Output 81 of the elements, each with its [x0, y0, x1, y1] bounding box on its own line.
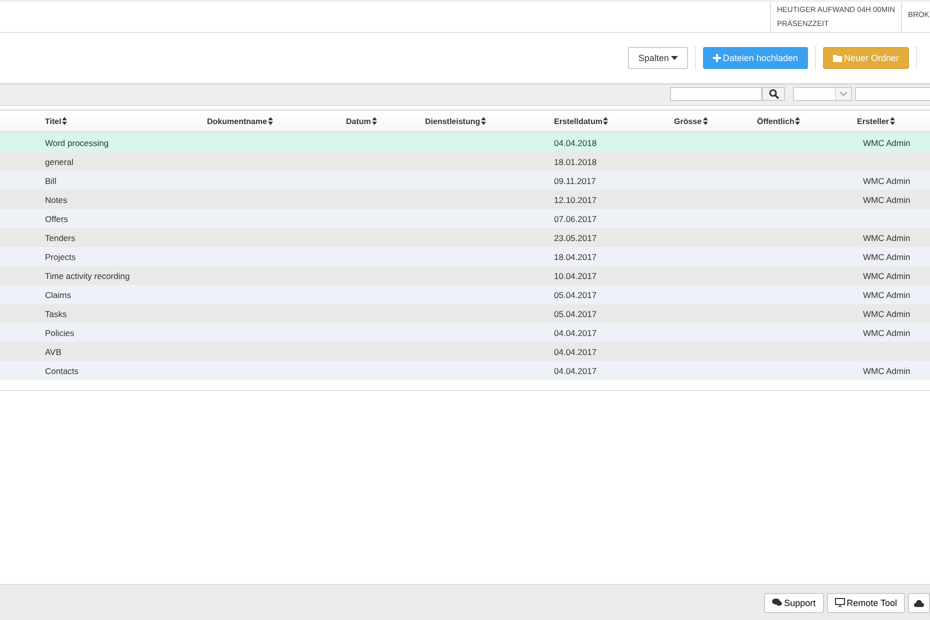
table-cell: 04.04.2017 — [554, 366, 597, 376]
table-row[interactable]: Projects 18.04.2017 WMC Admin — [0, 247, 930, 266]
column-header[interactable]: Öffentlich — [757, 116, 857, 126]
caret-icon — [670, 56, 678, 60]
table-cell: Offers — [45, 214, 68, 224]
sort-icon — [702, 117, 708, 125]
folder-icon — [832, 54, 842, 62]
table-cell: Policies — [45, 328, 74, 338]
table-row[interactable]: Time activity recording 10.04.2017 WMC Admin — [0, 266, 930, 285]
table-cell: WMC Admin — [863, 328, 910, 338]
table-cell: WMC Admin — [863, 366, 910, 376]
table-cell: 04.04.2017 — [554, 346, 597, 356]
table-row[interactable]: general 18.01.2018 — [0, 152, 930, 171]
table-cell: WMC Admin — [863, 138, 910, 148]
table-cell: AVB — [45, 346, 62, 356]
column-header[interactable]: Erstelldatum — [554, 116, 674, 126]
table-cell: WMC Admin — [863, 194, 910, 204]
table-cell: 07.06.2017 — [554, 214, 597, 224]
table-row[interactable]: Offers 07.06.2017 — [0, 209, 930, 228]
chat-icon — [772, 598, 782, 607]
sort-icon — [268, 117, 274, 125]
table-cell: Projects — [45, 252, 76, 262]
column-header[interactable]: Ersteller — [857, 116, 930, 126]
table-row[interactable]: Notes 12.10.2017 WMC Admin — [0, 190, 930, 209]
cloud-icon — [914, 598, 924, 606]
table-cell: 23.05.2017 — [554, 232, 597, 242]
table-cell: 18.04.2017 — [554, 252, 597, 262]
sort-icon — [795, 117, 800, 125]
sort-icon — [62, 117, 68, 125]
table-cell: WMC Admin — [863, 270, 910, 280]
table-cell: 09.11.2017 — [554, 176, 596, 186]
table-row[interactable]: Bill 09.11.2017 WMC Admin — [0, 171, 930, 190]
search-icon — [768, 89, 778, 99]
table-cell: 05.04.2017 — [554, 290, 597, 300]
table-cell: 04.04.2017 — [554, 328, 597, 338]
table-row[interactable]: Tenders 23.05.2017 WMC Admin — [0, 228, 930, 247]
table-cell: 18.01.2018 — [554, 156, 597, 166]
monitor-icon — [834, 598, 845, 607]
column-header[interactable]: Datum — [346, 116, 425, 126]
footer-button[interactable]: Support — [764, 592, 824, 612]
search-button[interactable] — [762, 87, 785, 101]
table-cell: WMC Admin — [863, 232, 910, 242]
table-row[interactable]: Tasks 05.04.2017 WMC Admin — [0, 304, 930, 323]
sort-icon — [890, 117, 896, 125]
chevron-down-icon — [840, 92, 847, 96]
cloud-upload-button[interactable] — [908, 592, 930, 612]
sort-icon — [481, 117, 486, 125]
column-header[interactable]: Dienstleistung — [425, 116, 554, 126]
table-cell: WMC Admin — [863, 252, 910, 262]
column-header[interactable]: Grösse — [674, 116, 757, 126]
filter-field[interactable] — [855, 87, 930, 101]
plus-icon — [712, 54, 721, 62]
table-cell: Word processing — [45, 138, 109, 148]
table-cell: Time activity recording — [45, 270, 130, 280]
table-row[interactable]: AVB 04.04.2017 — [0, 342, 930, 361]
sort-icon — [603, 117, 608, 125]
table-cell: WMC Admin — [863, 290, 910, 300]
table-cell: WMC Admin — [863, 176, 910, 186]
table-row[interactable]: Policies 04.04.2017 WMC Admin — [0, 323, 930, 342]
table-cell: Claims — [45, 290, 71, 300]
table-cell: Notes — [45, 194, 68, 204]
table-cell: 05.04.2017 — [554, 308, 597, 318]
column-header[interactable]: Dokumentname — [207, 116, 346, 126]
table-cell: Tasks — [45, 308, 67, 318]
footer-button[interactable]: Remote Tool — [826, 592, 905, 612]
table-cell: Bill — [45, 176, 56, 186]
table-row[interactable]: Word processing 04.04.2018 WMC Admin — [0, 133, 930, 152]
table-cell: 10.04.2017 — [554, 270, 597, 280]
column-header[interactable]: Titel — [45, 116, 207, 126]
table-cell: 04.04.2018 — [554, 138, 597, 148]
table-cell: general — [45, 156, 74, 166]
search-field[interactable] — [670, 87, 762, 101]
table-row[interactable]: Contacts 04.04.2017 WMC Admin — [0, 361, 930, 380]
table-cell: Contacts — [45, 366, 79, 376]
filter-dropdown[interactable] — [793, 87, 852, 101]
table-cell: Tenders — [45, 232, 76, 242]
table-cell: 12.10.2017 — [554, 194, 597, 204]
sort-icon — [372, 117, 377, 125]
table-cell: WMC Admin — [863, 308, 910, 318]
columns-button[interactable]: Spalten — [628, 47, 688, 69]
table-row[interactable]: Claims 05.04.2017 WMC Admin — [0, 285, 930, 304]
